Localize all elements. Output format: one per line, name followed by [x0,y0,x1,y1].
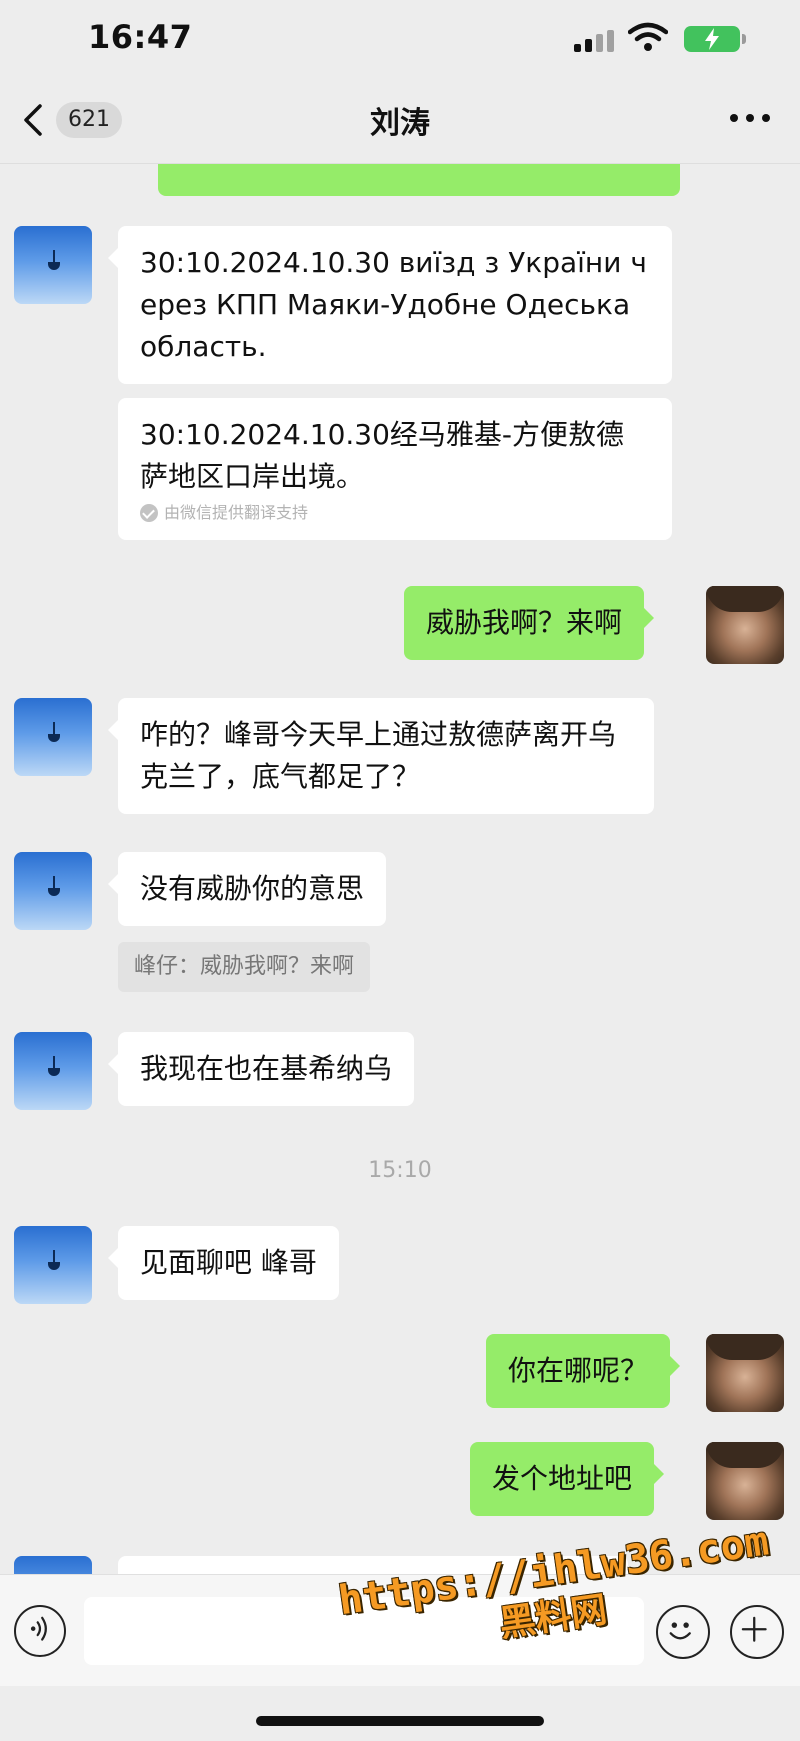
more-options-icon[interactable] [730,112,770,124]
message-timestamp: 15:10 [368,1158,432,1183]
message-bubble-partial[interactable] [158,164,680,196]
check-circle-icon [140,504,158,522]
chat-header: 621 刘涛 [0,78,800,164]
voice-input-button[interactable] [14,1605,66,1657]
contact-avatar[interactable] [14,1032,92,1110]
translation-bubble[interactable]: 30:10.2024.10.30经马雅基-方便敖德萨地区口岸出境。 由微信提供翻… [118,398,672,540]
my-avatar[interactable] [706,1334,784,1412]
home-indicator [256,1716,544,1726]
wifi-icon [628,22,668,51]
translation-note-text: 由微信提供翻译支持 [164,503,309,522]
status-bar: 16:47 [0,0,800,78]
cellular-signal-icon [574,30,618,52]
contact-avatar[interactable] [14,852,92,930]
quoted-message[interactable]: 峰仔：威胁我啊？来啊 [118,942,371,992]
translation-note: 由微信提供翻译支持 [140,502,650,524]
message-bubble-received[interactable]: 没有威胁你的意思 [107,852,387,926]
message-bubble-sent[interactable]: 威胁我啊？来啊 [404,586,655,660]
status-time: 16:47 [88,18,193,56]
voice-icon [30,1616,47,1641]
chat-title: 刘涛 [370,106,430,141]
translated-text: 30:10.2024.10.30经马雅基-方便敖德萨地区口岸出境。 [140,418,625,493]
contact-avatar[interactable] [14,1556,92,1574]
message-bubble-received[interactable]: 30:10.2024.10.30 виїзд з України ч ерез … [108,226,672,384]
contact-avatar[interactable] [14,226,92,304]
message-bubble-received[interactable]: 见面聊吧 峰哥 [108,1226,339,1300]
battery-charging-icon [684,26,746,52]
message-bubble-sent[interactable]: 发个地址吧 [470,1442,665,1516]
my-avatar[interactable] [706,586,784,664]
contact-avatar[interactable] [14,1226,92,1304]
message-bubble-received[interactable]: 咋的？峰哥今天早上通过敖德萨离开乌克兰了，底气都足了？ [108,698,654,814]
chat-messages[interactable]: 30:10.2024.10.30 виїзд з України ч ерез … [0,164,800,1574]
plus-icon [741,1616,767,1642]
contact-avatar[interactable] [14,698,92,776]
my-avatar[interactable] [706,1442,784,1520]
message-bubble-received[interactable]: 我现在也在基希纳乌 [107,1032,415,1106]
message-bubble-sent[interactable]: 你在哪呢？ [486,1334,681,1408]
